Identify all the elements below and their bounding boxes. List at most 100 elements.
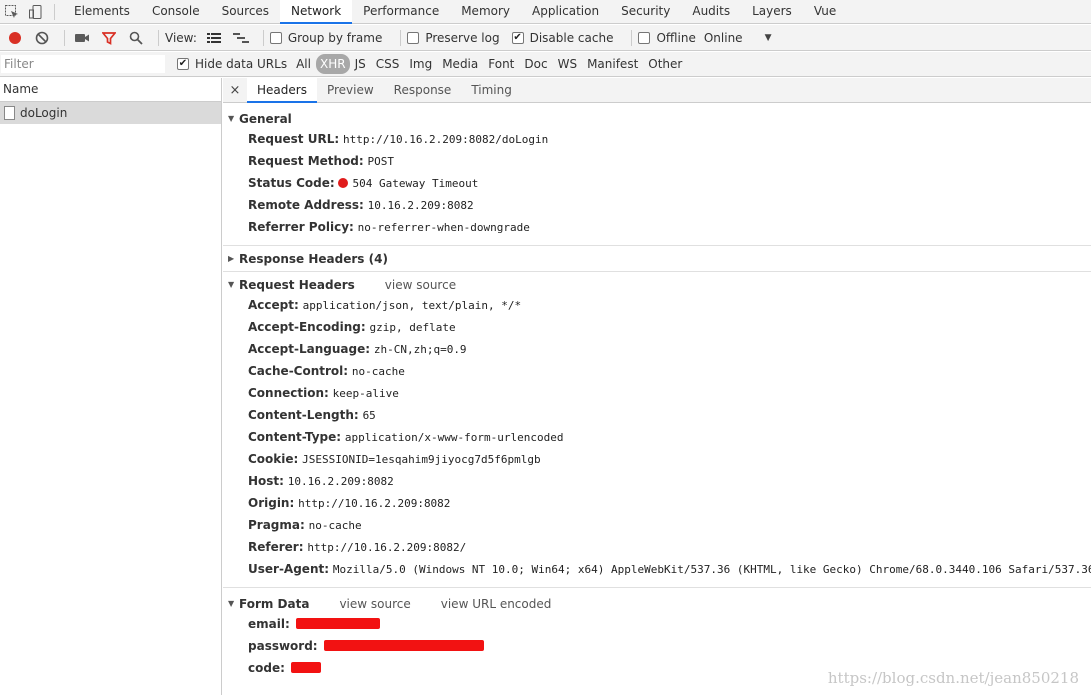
throttling-select[interactable]: Online [704,31,743,45]
inspect-icon[interactable] [0,0,24,24]
checkbox-unchecked[interactable] [638,31,651,44]
filter-type-manifest[interactable]: Manifest [582,54,643,74]
hide-data-urls-checkbox[interactable]: ✔ Hide data URLs [177,57,287,71]
general-section: ▼ General Request URL: http://10.16.2.209… [223,103,1091,246]
request-headers-header[interactable]: ▼ Request Headers view source [223,276,1091,294]
request-headers-title: Request Headers [239,278,355,292]
search-icon[interactable] [125,27,147,49]
header-row: Host: 10.16.2.209:8082 [223,470,1091,492]
view-source-link[interactable]: view source [339,595,410,613]
checkbox-unchecked[interactable] [269,31,282,44]
checkmark-icon[interactable]: ✔ [511,31,524,44]
header-value: keep-alive [332,387,399,400]
preserve-log-label: Preserve log [425,30,500,45]
toolbar-divider [262,29,264,46]
form-data-header[interactable]: ▼ Form Data view source view URL encoded [223,595,1091,613]
header-row: Status Code: 504 Gateway Timeout [223,172,1091,194]
preserve-log-checkbox[interactable]: Preserve log [407,30,500,45]
waterfall-icon[interactable] [230,27,252,49]
filter-type-js[interactable]: JS [350,54,371,74]
filter-type-all[interactable]: All [291,54,316,74]
tab-application[interactable]: Application [521,0,610,24]
filter-type-doc[interactable]: Doc [519,54,552,74]
name-column-header[interactable]: Name [0,78,221,102]
tab-response[interactable]: Response [384,78,462,103]
tab-sources[interactable]: Sources [211,0,280,24]
header-value: 504 Gateway Timeout [352,177,479,190]
close-icon[interactable]: × [223,83,247,98]
filter-bar: ✔ Hide data URLs AllXHRJSCSSImgMediaFontD… [0,52,1091,77]
checkmark-icon[interactable]: ✔ [177,58,189,70]
header-row: Remote Address: 10.16.2.209:8082 [223,194,1091,216]
header-row: Accept-Encoding: gzip, deflate [223,316,1091,338]
group-by-frame-checkbox[interactable]: Group by frame [269,30,383,45]
view-url-encoded-link[interactable]: view URL encoded [441,595,552,613]
tab-security[interactable]: Security [610,0,681,24]
group-by-frame-label: Group by frame [287,30,383,45]
tab-performance[interactable]: Performance [352,0,450,24]
tab-vue[interactable]: Vue [803,0,847,24]
filter-type-font[interactable]: Font [483,54,519,74]
triangle-down-icon: ▼ [228,599,235,608]
chevron-down-icon[interactable]: ▼ [765,33,772,43]
screenshot-icon[interactable] [71,27,93,49]
header-row: Connection: keep-alive [223,382,1091,404]
header-row: Request URL: http://10.16.2.209:8082/doL… [223,128,1091,150]
triangle-down-icon: ▼ [228,114,235,123]
tab-preview[interactable]: Preview [317,78,384,103]
header-key: Content-Length: [248,408,359,422]
header-row: Accept: application/json, text/plain, */… [223,294,1091,316]
header-row: Accept-Language: zh-CN,zh;q=0.9 [223,338,1091,360]
header-key: Referer: [248,540,304,554]
record-icon[interactable] [4,27,26,49]
header-row: Referrer Policy: no-referrer-when-downgr… [223,216,1091,238]
toolbar-divider [400,29,402,46]
view-source-link[interactable]: view source [385,276,456,294]
device-toolbar-icon[interactable] [24,0,48,24]
clear-icon[interactable] [31,27,53,49]
tab-headers[interactable]: Headers [247,78,317,103]
redaction-mark [295,618,380,629]
header-row: Cache-Control: no-cache [223,360,1091,382]
filter-input[interactable] [1,55,165,73]
filter-type-css[interactable]: CSS [371,54,405,74]
tab-timing[interactable]: Timing [461,78,522,103]
tab-layers[interactable]: Layers [741,0,803,24]
offline-checkbox[interactable]: Offline [638,31,696,45]
large-rows-icon[interactable] [203,27,225,49]
header-value: zh-CN,zh;q=0.9 [373,343,467,356]
tab-elements[interactable]: Elements [63,0,141,24]
network-toolbar: View: Group by frame Preserve log ✔ Disab… [0,25,1091,51]
tab-memory[interactable]: Memory [450,0,521,24]
header-key: Content-Type: [248,430,342,444]
request-name: doLogin [20,106,68,120]
header-value: http://10.16.2.209:8082/ [307,541,467,554]
header-key: Origin: [248,496,295,510]
header-row: User-Agent: Mozilla/5.0 (Windows NT 10.0… [223,558,1091,580]
devtools-tab-bar: Elements Console Sources Network Performance… [0,0,1091,24]
filter-type-xhr[interactable]: XHR [315,54,350,74]
header-value: no-cache [308,519,362,532]
form-row-email: email: [223,613,1091,635]
tab-console[interactable]: Console [141,0,211,24]
redaction-mark [290,662,321,673]
request-row-dologin[interactable]: doLogin [0,102,221,124]
filter-type-media[interactable]: Media [437,54,483,74]
checkbox-unchecked[interactable] [407,31,420,44]
filter-icon[interactable] [98,27,120,49]
header-value: application/x-www-form-urlencoded [344,431,564,444]
filter-type-img[interactable]: Img [404,54,437,74]
triangle-down-icon: ▼ [228,280,235,289]
disable-cache-checkbox[interactable]: ✔ Disable cache [511,31,613,45]
header-value: POST [367,155,395,168]
general-header[interactable]: ▼ General [223,110,1091,128]
filter-type-other[interactable]: Other [643,54,687,74]
header-row: Referer: http://10.16.2.209:8082/ [223,536,1091,558]
tab-audits[interactable]: Audits [681,0,741,24]
header-row: Pragma: no-cache [223,514,1091,536]
header-key: Accept-Encoding: [248,320,366,334]
response-headers-header[interactable]: ▶ Response Headers (4) [223,250,1091,268]
filter-type-ws[interactable]: WS [553,54,582,74]
tab-network[interactable]: Network [280,0,353,24]
header-value: gzip, deflate [369,321,456,334]
